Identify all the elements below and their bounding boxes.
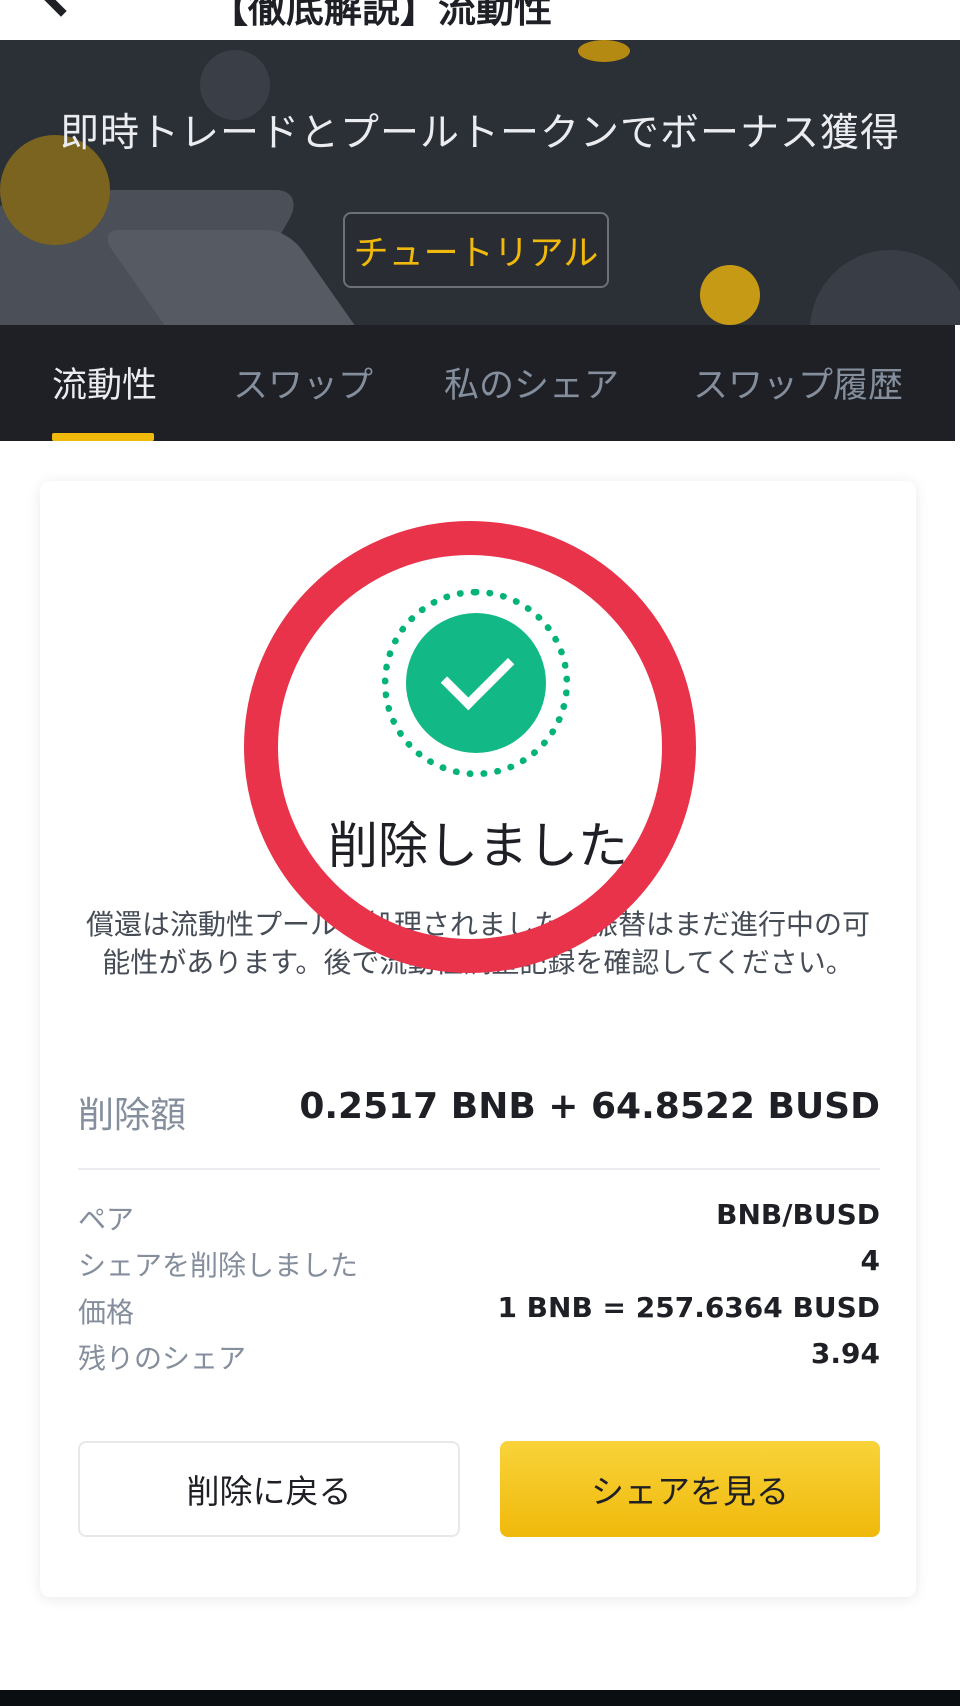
detail-label: 価格 (78, 1296, 135, 1329)
detail-row-price: 価格 1 BNB = 257.6364 BUSD (78, 1291, 880, 1335)
removed-amount-label: 削除額 (78, 1095, 187, 1136)
tab-swap[interactable]: スワップ (233, 357, 373, 408)
page-title: 【徹底解説】流動性 (210, 0, 553, 31)
detail-row-pair: ペア BNB/BUSD (78, 1198, 880, 1242)
tab-liquidity[interactable]: 流動性 (52, 357, 157, 408)
divider (78, 1168, 880, 1170)
banner-subtitle: 即時トレードとプールトークンでボーナス獲得 (59, 111, 900, 156)
detail-value: 3.94 (810, 1337, 880, 1370)
back-arrow-icon[interactable] (31, 0, 91, 17)
detail-row-removed-share: シェアを削除しました 4 (78, 1244, 880, 1288)
result-card: 削除しました 償還は流動性プールで処理されました。振替はまだ進行中の可能性があり… (40, 481, 916, 1597)
detail-value: BNB/BUSD (716, 1198, 880, 1231)
tab-my-share[interactable]: 私のシェア (444, 357, 619, 408)
detail-value: 4 (860, 1244, 880, 1277)
detail-row-remaining-share: 残りのシェア 3.94 (78, 1337, 880, 1381)
checkmark-icon (440, 636, 515, 711)
promo-banner: 即時トレードとプールトークンでボーナス獲得 チュートリアル (0, 40, 960, 325)
success-title: 削除しました (328, 817, 628, 875)
top-header: 【徹底解説】流動性 (0, 0, 960, 40)
detail-label: ペア (78, 1203, 135, 1236)
decorative-coin (700, 265, 760, 325)
success-description: 償還は流動性プールで処理されました。振替はまだ進行中の可能性があります。後で流動… (85, 908, 870, 979)
decorative-ring (810, 250, 960, 325)
detail-label: 残りのシェア (78, 1342, 247, 1375)
active-tab-indicator (52, 433, 154, 441)
bottom-bar (0, 1690, 960, 1706)
detail-label: シェアを削除しました (78, 1249, 359, 1282)
tutorial-button[interactable]: チュートリアル (343, 212, 609, 288)
removed-amount-row: 削除額 0.2517 BNB + 64.8522 BUSD (78, 1076, 880, 1146)
detail-value: 1 BNB = 257.6364 BUSD (497, 1291, 880, 1324)
tab-bar: 流動性 スワップ 私のシェア スワップ履歴 (0, 325, 955, 441)
success-check-icon (382, 589, 570, 777)
view-share-button[interactable]: シェアを見る (500, 1441, 880, 1537)
decorative-coin (578, 40, 630, 62)
removed-amount-value: 0.2517 BNB + 64.8522 BUSD (299, 1086, 880, 1127)
back-to-remove-button[interactable]: 削除に戻る (78, 1441, 460, 1537)
tab-swap-history[interactable]: スワップ履歴 (693, 357, 903, 408)
success-circle (406, 613, 546, 753)
